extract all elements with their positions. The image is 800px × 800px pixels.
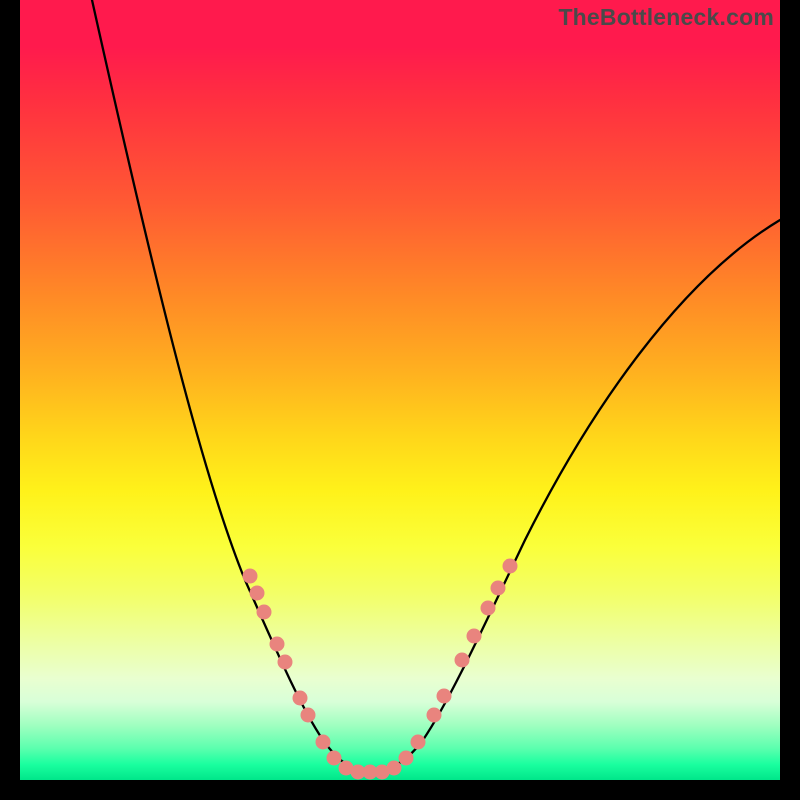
data-points — [243, 559, 518, 780]
data-point — [437, 689, 452, 704]
data-point — [270, 637, 285, 652]
chart-frame: TheBottleneck.com — [0, 0, 800, 800]
curve-layer — [20, 0, 780, 780]
data-point — [301, 708, 316, 723]
data-point — [411, 735, 426, 750]
data-point — [278, 655, 293, 670]
plot-area: TheBottleneck.com — [20, 0, 780, 780]
data-point — [503, 559, 518, 574]
data-point — [293, 691, 308, 706]
bottleneck-curve — [92, 0, 780, 772]
data-point — [316, 735, 331, 750]
data-point — [387, 761, 402, 776]
data-point — [399, 751, 414, 766]
data-point — [327, 751, 342, 766]
data-point — [250, 586, 265, 601]
data-point — [455, 653, 470, 668]
data-point — [427, 708, 442, 723]
data-point — [467, 629, 482, 644]
data-point — [491, 581, 506, 596]
data-point — [243, 569, 258, 584]
data-point — [257, 605, 272, 620]
data-point — [481, 601, 496, 616]
